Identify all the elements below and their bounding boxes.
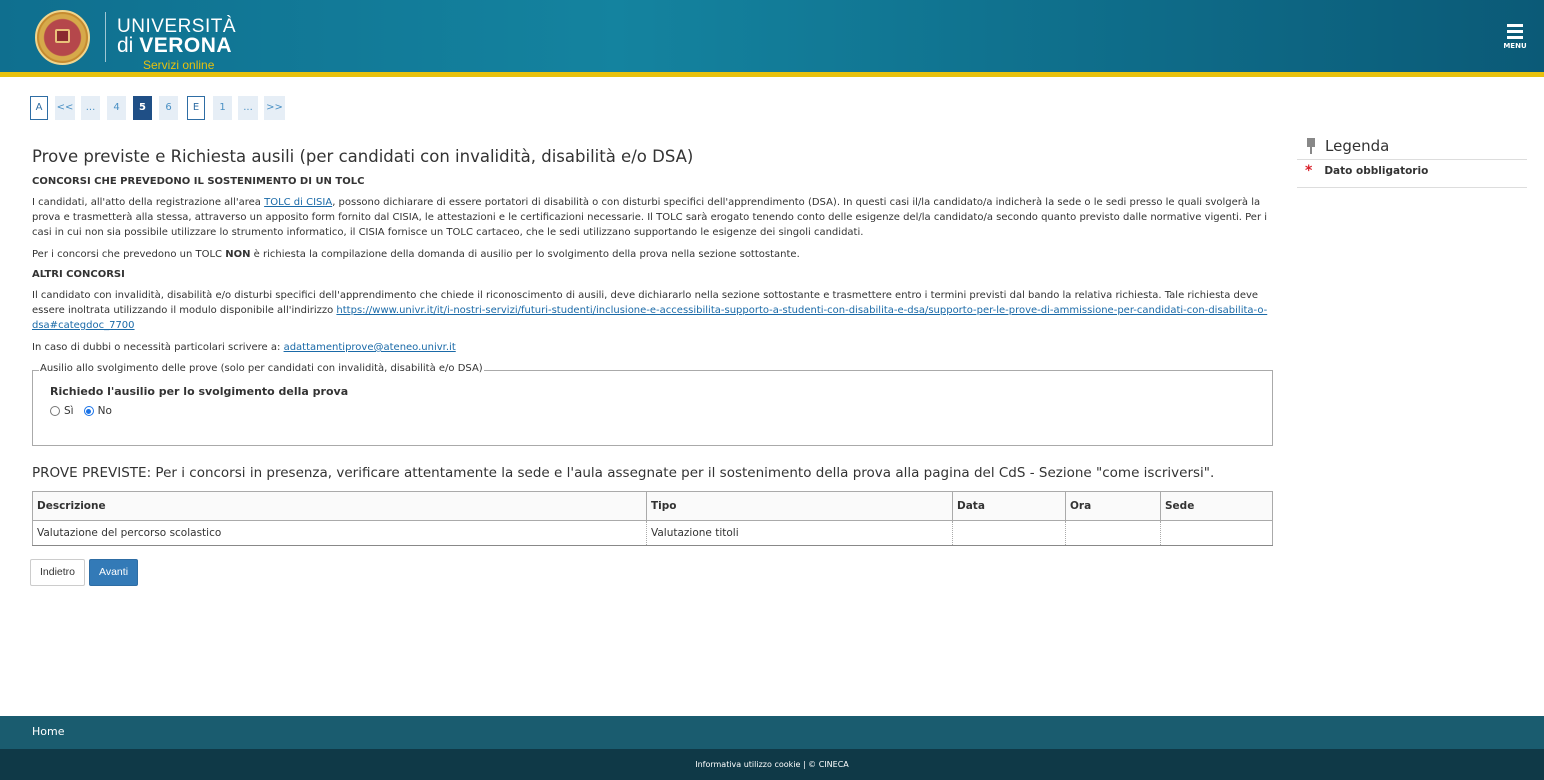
pager-item-last[interactable]: >>: [264, 96, 285, 120]
table-header-row: Descrizione Tipo Data Ora Sede: [32, 491, 1273, 521]
seal-emblem-icon: [55, 29, 70, 43]
pager-item-ellipsis[interactable]: ...: [81, 96, 100, 120]
ausilio-legend: Ausilio allo svolgimento delle prove (so…: [39, 363, 484, 374]
radio-no-label[interactable]: No: [98, 405, 112, 417]
section-tolc-paragraph: I candidati, all'atto della registrazion…: [32, 197, 1268, 238]
legenda-item-required: * Dato obbligatorio: [1297, 160, 1527, 188]
footer-nav: Home: [0, 716, 1544, 749]
main-content: Prove previste e Richiesta ausili (per c…: [30, 140, 1274, 586]
contact-paragraph: In caso di dubbi o necessità particolari…: [32, 342, 456, 353]
logo-subtitle: Servizi online: [143, 58, 215, 72]
header-accent-bar: [0, 72, 1544, 77]
section-altri-title: ALTRI CONCORSI: [32, 269, 125, 280]
required-star-icon: *: [1305, 162, 1313, 179]
legenda-item-label: Dato obbligatorio: [1324, 164, 1429, 177]
hamburger-icon: [1500, 24, 1530, 39]
contact-email-link[interactable]: adattamentiprove@ateneo.univr.it: [284, 342, 456, 353]
table-row: Valutazione del percorso scolastico Valu…: [32, 520, 1273, 546]
ausilio-question: Richiedo l'ausilio per lo svolgimento de…: [50, 385, 349, 398]
legenda-panel: Legenda * Dato obbligatorio: [1297, 133, 1527, 188]
tolc-cisia-link[interactable]: TOLC di CISIA: [264, 197, 332, 208]
cell-descrizione: Valutazione del percorso scolastico: [32, 520, 647, 546]
pager-item-first[interactable]: <<: [55, 96, 75, 120]
pin-icon: [1305, 137, 1319, 155]
section-tolc-title: CONCORSI CHE PREVEDONO IL SOSTENIMENTO D…: [32, 176, 365, 187]
menu-button[interactable]: MENU: [1500, 24, 1530, 60]
cell-ora: [1065, 520, 1161, 546]
logo-verona-text[interactable]: di VERONA: [117, 35, 232, 56]
radio-si-label[interactable]: Sì: [64, 405, 74, 417]
ausilio-fieldset: Ausilio allo svolgimento delle prove (so…: [32, 363, 1273, 446]
ausilio-options: Sì No: [50, 405, 112, 417]
navigation-buttons: Indietro Avanti: [30, 559, 1274, 586]
menu-label: MENU: [1503, 42, 1527, 50]
pager-item-4[interactable]: 4: [107, 96, 126, 120]
pager-item-a[interactable]: A: [30, 96, 48, 120]
cell-data: [952, 520, 1066, 546]
footer-home-link[interactable]: Home: [32, 725, 64, 738]
section-altri-paragraph: Il candidato con invalidità, disabilità …: [32, 290, 1268, 331]
footer-cookie-text[interactable]: Informativa utilizzo cookie | © CINECA: [695, 760, 849, 769]
col-ora: Ora: [1065, 491, 1161, 521]
pager-item-6[interactable]: 6: [159, 96, 178, 120]
next-button[interactable]: Avanti: [89, 559, 139, 586]
col-sede: Sede: [1160, 491, 1273, 521]
pager-item-e[interactable]: E: [187, 96, 205, 120]
logo-divider: [105, 12, 106, 62]
cell-sede: [1160, 520, 1273, 546]
prove-previste-title: PROVE PREVISTE: Per i concorsi in presen…: [32, 465, 1215, 481]
radio-no[interactable]: [83, 406, 94, 416]
section-tolc-note: Per i concorsi che prevedono un TOLC NON…: [32, 249, 800, 260]
footer-bottom: Informativa utilizzo cookie | © CINECA: [0, 749, 1544, 780]
cell-tipo: Valutazione titoli: [646, 520, 953, 546]
prove-table: Descrizione Tipo Data Ora Sede Valutazio…: [32, 491, 1273, 546]
legenda-header: Legenda: [1297, 133, 1527, 160]
radio-si[interactable]: [50, 406, 60, 416]
pager-item-5[interactable]: 5: [133, 96, 152, 120]
back-button[interactable]: Indietro: [30, 559, 86, 586]
col-data: Data: [952, 491, 1066, 521]
col-descrizione: Descrizione: [32, 491, 647, 521]
legenda-title: Legenda: [1325, 137, 1390, 155]
pager-item-ellipsis-2[interactable]: ...: [238, 96, 258, 120]
col-tipo: Tipo: [646, 491, 953, 521]
university-seal-logo[interactable]: [35, 10, 90, 65]
top-header: UNIVERSITÀ di VERONA Servizi online MENU: [0, 0, 1544, 77]
pager-item-1[interactable]: 1: [213, 96, 232, 120]
page-title: Prove previste e Richiesta ausili (per c…: [32, 147, 694, 166]
